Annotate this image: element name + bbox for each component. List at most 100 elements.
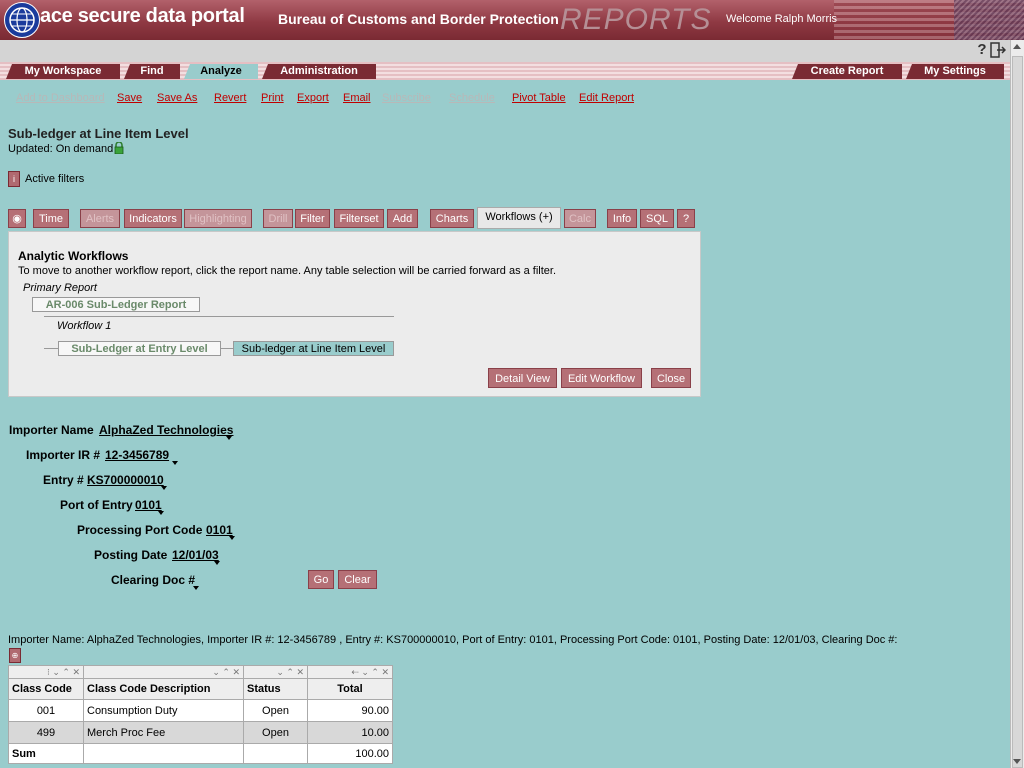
print-link[interactable]: Print <box>261 92 284 104</box>
pivot-table-link[interactable]: Pivot Table <box>512 92 566 104</box>
logout-icon[interactable] <box>990 41 1007 59</box>
report-title: Sub-ledger at Line Item Level <box>8 126 189 141</box>
column-controls[interactable]: ⁝ ⌄ ⌃ ✕ <box>8 665 84 679</box>
toolbar-menu-button[interactable]: ◉ <box>8 209 26 228</box>
revert-link[interactable]: Revert <box>214 92 246 104</box>
reports-watermark: REPORTS <box>560 3 712 36</box>
edit-workflow-button[interactable]: Edit Workflow <box>561 368 642 388</box>
info-button[interactable]: Info <box>607 209 637 228</box>
column-header-total[interactable]: Total <box>307 678 393 700</box>
export-link[interactable]: Export <box>297 92 329 104</box>
workflow-divider <box>44 316 394 317</box>
column-controls[interactable]: ⌄ ⌃ ✕ <box>243 665 308 679</box>
cell-total: 90.00 <box>307 699 393 722</box>
column-header-status[interactable]: Status <box>243 678 308 700</box>
entry-label: Entry # <box>43 473 84 487</box>
tab-analyze[interactable]: Analyze <box>184 64 258 79</box>
tab-my-workspace[interactable]: My Workspace <box>6 64 120 79</box>
sum-total: 100.00 <box>307 743 393 764</box>
scroll-up-icon[interactable] <box>1013 44 1021 49</box>
filters-toggle-button[interactable]: i <box>8 171 20 187</box>
data-table: ⁝ ⌄ ⌃ ✕ ⌄ ⌃ ✕ ⌄ ⌃ ✕ ⇠ ⌄ ⌃ ✕ Class Code C… <box>8 665 393 764</box>
close-button[interactable]: Close <box>651 368 691 388</box>
chevron-down-icon[interactable] <box>214 561 220 565</box>
entry-value[interactable]: KS700000010 <box>87 473 164 487</box>
scroll-thumb[interactable] <box>1012 56 1023 768</box>
importer-ir-value[interactable]: 12-3456789 <box>105 448 169 462</box>
detail-view-button[interactable]: Detail View <box>488 368 557 388</box>
welcome-text: Welcome Ralph Morris <box>726 13 838 25</box>
time-button[interactable]: Time <box>33 209 69 228</box>
clearing-doc-label: Clearing Doc # <box>111 573 196 587</box>
column-controls-row: ⁝ ⌄ ⌃ ✕ ⌄ ⌃ ✕ ⌄ ⌃ ✕ ⇠ ⌄ ⌃ ✕ <box>8 665 393 679</box>
posting-date-label: Posting Date <box>94 548 168 562</box>
chevron-down-icon[interactable] <box>172 461 178 465</box>
column-header-class-code[interactable]: Class Code <box>8 678 84 700</box>
workflow-description: To move to another workflow report, clic… <box>18 265 557 277</box>
chevron-down-icon[interactable] <box>193 586 199 590</box>
agency-name: Bureau of Customs and Border Protection <box>278 11 559 27</box>
edit-report-link[interactable]: Edit Report <box>579 92 634 104</box>
cell-status: Open <box>243 721 308 744</box>
filter-button[interactable]: Filter <box>295 209 330 228</box>
table-header-row: Class Code Class Code Description Status… <box>8 678 393 700</box>
alerts-button: Alerts <box>80 209 120 228</box>
sql-button[interactable]: SQL <box>640 209 674 228</box>
port-of-entry-value[interactable]: 0101 <box>135 498 162 512</box>
sum-empty-cell <box>83 743 244 764</box>
chevron-down-icon[interactable] <box>229 536 235 540</box>
add-button[interactable]: Add <box>387 209 418 228</box>
processing-port-value[interactable]: 0101 <box>206 523 233 537</box>
help-button[interactable]: ? <box>677 209 695 228</box>
help-icon[interactable]: ? <box>974 41 990 59</box>
primary-report-label: Primary Report <box>23 282 97 294</box>
cell-total: 10.00 <box>307 721 393 744</box>
cell-status: Open <box>243 699 308 722</box>
tab-find[interactable]: Find <box>124 64 180 79</box>
charts-button[interactable]: Charts <box>430 209 474 228</box>
flag-stars <box>954 0 1024 40</box>
column-controls[interactable]: ⇠ ⌄ ⌃ ✕ <box>307 665 393 679</box>
column-controls[interactable]: ⌄ ⌃ ✕ <box>83 665 244 679</box>
posting-date-value[interactable]: 12/01/03 <box>172 548 219 562</box>
clear-button[interactable]: Clear <box>338 570 377 589</box>
tab-create-report[interactable]: Create Report <box>792 64 902 79</box>
table-options-button[interactable]: ⊕ <box>9 648 21 663</box>
workflow-step-line-item-level[interactable]: Sub-ledger at Line Item Level <box>233 341 394 356</box>
primary-report-link[interactable]: AR-006 Sub-Ledger Report <box>32 297 200 312</box>
save-link[interactable]: Save <box>117 92 142 104</box>
workflow-title: Analytic Workflows <box>18 249 129 263</box>
table-row[interactable]: 001 Consumption Duty Open 90.00 <box>8 699 393 722</box>
chevron-down-icon[interactable] <box>158 511 164 515</box>
filterset-button[interactable]: Filterset <box>334 209 384 228</box>
importer-name-label: Importer Name <box>9 423 94 437</box>
tab-my-settings[interactable]: My Settings <box>906 64 1004 79</box>
drill-button: Drill <box>263 209 293 228</box>
tab-administration[interactable]: Administration <box>262 64 376 79</box>
header-banner: ace secure data portal Bureau of Customs… <box>0 0 1024 40</box>
scroll-down-icon[interactable] <box>1013 759 1021 764</box>
main-nav: My Workspace Find Analyze Administration… <box>0 62 1010 80</box>
table-row[interactable]: 499 Merch Proc Fee Open 10.00 <box>8 721 393 744</box>
calc-button: Calc <box>564 209 596 228</box>
go-button[interactable]: Go <box>308 570 334 589</box>
indicators-button[interactable]: Indicators <box>124 209 182 228</box>
workflow-panel: Analytic Workflows To move to another wo… <box>8 231 701 397</box>
importer-ir-label: Importer IR # <box>26 448 101 462</box>
active-filters-label: Active filters <box>25 173 85 185</box>
workflow-connector <box>221 348 233 349</box>
schedule-link: Schedule <box>449 92 495 104</box>
filter-summary: Importer Name: AlphaZed Technologies, Im… <box>8 634 898 646</box>
chevron-down-icon[interactable] <box>226 436 232 440</box>
column-header-description[interactable]: Class Code Description <box>83 678 244 700</box>
cell-class-code: 001 <box>8 699 84 722</box>
sum-row: Sum 100.00 <box>8 743 393 764</box>
vertical-scrollbar[interactable] <box>1010 40 1024 768</box>
tab-workflows[interactable]: Workflows (+) <box>477 207 561 229</box>
workflow-step-entry-level[interactable]: Sub-Ledger at Entry Level <box>58 341 221 356</box>
processing-port-label: Processing Port Code <box>77 523 203 537</box>
email-link[interactable]: Email <box>343 92 371 104</box>
save-as-link[interactable]: Save As <box>157 92 197 104</box>
chevron-down-icon[interactable] <box>161 486 167 490</box>
importer-name-value[interactable]: AlphaZed Technologies <box>99 423 233 437</box>
